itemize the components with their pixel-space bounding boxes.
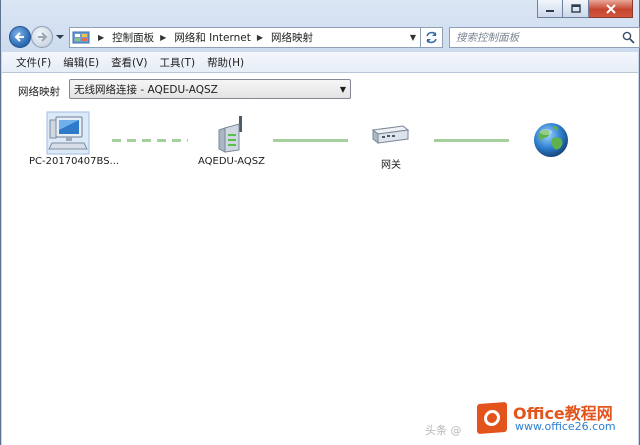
breadcrumb-control-panel[interactable]: 控制面板	[112, 30, 154, 45]
menu-help[interactable]: 帮助(H)	[201, 53, 250, 72]
arrow-right-icon	[38, 32, 48, 42]
link-gateway-internet	[434, 139, 509, 142]
arrow-left-icon	[14, 32, 24, 42]
close-icon	[605, 3, 616, 14]
network-map-label: 网络映射	[18, 86, 60, 98]
recent-pages-icon[interactable]	[55, 32, 65, 42]
map-node-computer-label: PC-20170407BS...	[29, 156, 120, 167]
wireless-router-icon	[218, 116, 242, 153]
menu-view[interactable]: 查看(V)	[105, 53, 153, 72]
chevron-right-icon: ▶	[98, 33, 105, 42]
map-node-gateway-label: 网关	[381, 160, 401, 171]
network-map-panel: 网络映射 无线网络连接 - AQEDU-AQSZ ▼ PC-20170407BS…	[2, 73, 638, 445]
menu-tools[interactable]: 工具(T)	[153, 53, 201, 72]
map-node-computer[interactable]	[46, 111, 90, 155]
gateway-icon	[371, 125, 410, 145]
internet-globe-icon	[534, 123, 568, 157]
chevron-right-icon[interactable]: ▶	[257, 33, 263, 42]
close-button[interactable]	[589, 0, 633, 18]
link-computer-router	[112, 139, 188, 142]
forward-button[interactable]	[31, 26, 53, 48]
minimize-icon	[546, 9, 554, 12]
menu-file[interactable]: 文件(F)	[10, 53, 57, 72]
map-node-gateway[interactable]	[370, 121, 410, 149]
navigation-bar: ▶ 控制面板 ▶ 网络和 Internet ▶ 网络映射 ▼ 搜索控制面板	[7, 26, 640, 50]
search-icon[interactable]	[622, 31, 635, 44]
minimize-button[interactable]	[537, 0, 563, 18]
restore-button[interactable]	[563, 0, 589, 18]
office-logo-icon	[477, 401, 507, 435]
refresh-button[interactable]	[421, 27, 443, 48]
watermark-url: www.office26.com	[515, 420, 616, 433]
map-node-router[interactable]	[213, 114, 249, 154]
link-router-gateway	[273, 139, 348, 142]
breadcrumb-network-internet[interactable]: 网络和 Internet	[174, 30, 251, 45]
breadcrumb-network-map[interactable]: 网络映射	[271, 30, 313, 45]
chevron-down-icon: ▼	[339, 84, 346, 94]
explorer-window: ▶ 控制面板 ▶ 网络和 Internet ▶ 网络映射 ▼ 搜索控制面板 文件…	[0, 0, 640, 445]
map-node-internet[interactable]	[531, 120, 571, 160]
computer-icon	[46, 111, 90, 155]
menu-bar: 文件(F) 编辑(E) 查看(V) 工具(T) 帮助(H)	[2, 52, 638, 73]
restore-icon	[570, 4, 581, 13]
watermark-faint-text: 头条 @	[425, 424, 462, 437]
chevron-right-icon[interactable]: ▶	[160, 33, 166, 42]
refresh-icon	[426, 31, 437, 44]
search-placeholder: 搜索控制面板	[456, 32, 519, 44]
control-panel-icon	[72, 31, 90, 44]
address-bar[interactable]: ▶ 控制面板 ▶ 网络和 Internet ▶ 网络映射 ▼	[69, 27, 421, 48]
watermark: Office教程网 www.office26.com 头条 @	[425, 401, 629, 437]
back-button[interactable]	[9, 26, 31, 48]
connection-select[interactable]: 无线网络连接 - AQEDU-AQSZ ▼	[69, 79, 351, 99]
search-box[interactable]: 搜索控制面板	[449, 27, 640, 48]
menu-edit[interactable]: 编辑(E)	[57, 53, 105, 72]
caption-buttons	[537, 0, 633, 18]
map-node-router-label: AQEDU-AQSZ	[198, 156, 265, 167]
address-dropdown-button[interactable]: ▼	[406, 28, 420, 47]
connection-select-value: 无线网络连接 - AQEDU-AQSZ	[74, 83, 218, 96]
